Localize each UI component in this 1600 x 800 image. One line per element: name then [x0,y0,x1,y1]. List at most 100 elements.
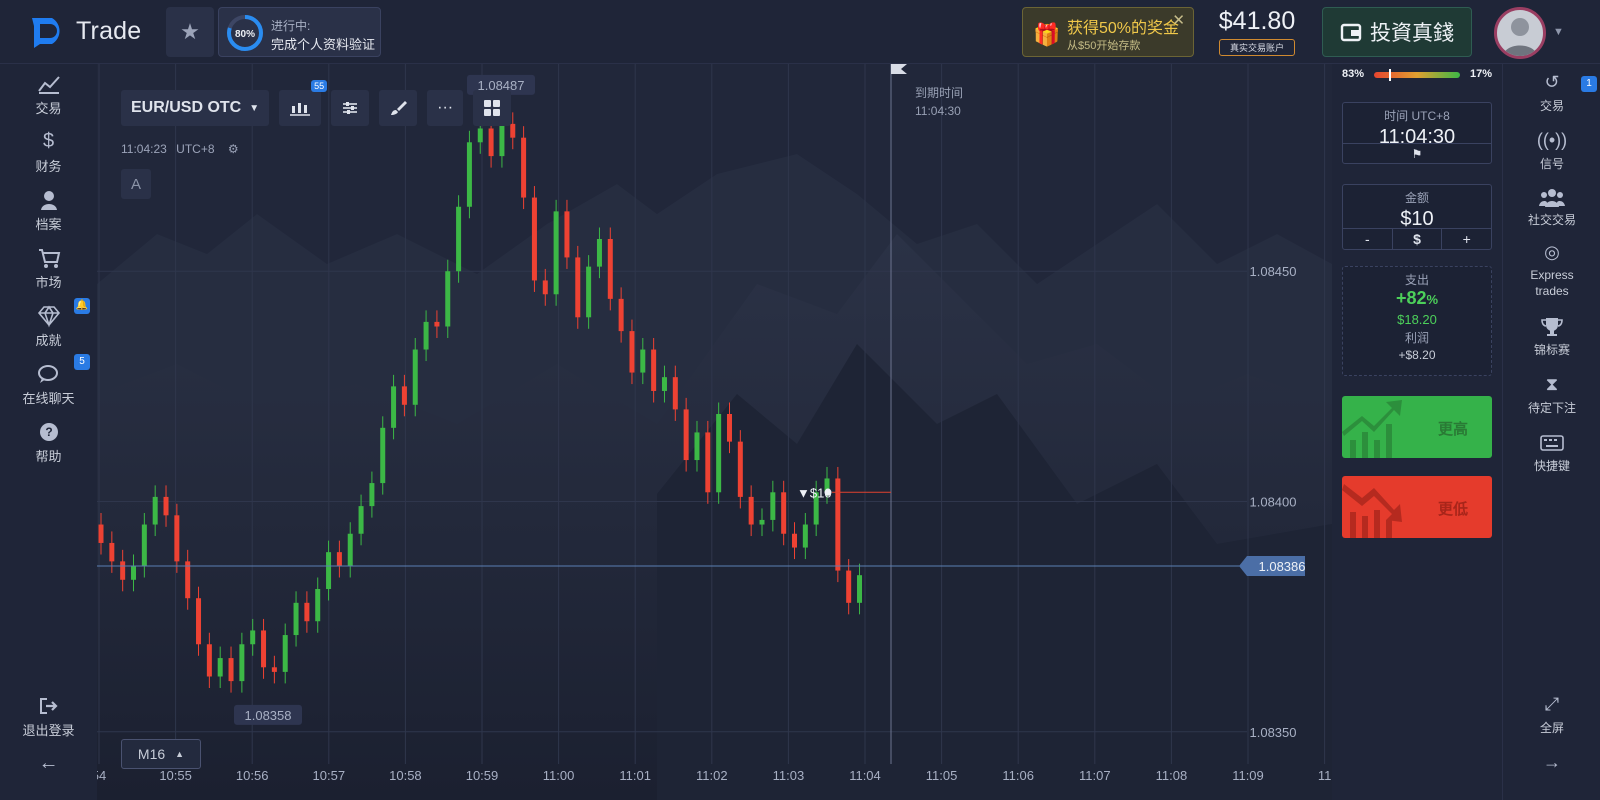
candle [792,533,798,548]
amount-plus-button[interactable]: + [1442,229,1491,249]
payout-box: 支出 +82% $18.20 利润 +$8.20 [1342,266,1492,376]
trades-count-badge: 1 [1581,76,1597,92]
account-type-badge: 真实交易账户 [1218,39,1295,56]
sidebar-item-profile[interactable]: 档案 [0,188,97,233]
sidebar-item-achievements[interactable]: 成就 🔔 [0,298,97,349]
candle [456,206,462,272]
collapse-left-button[interactable]: ← [0,752,97,778]
current-price-label: 1.08386 [1259,559,1306,574]
sidebar-item-market[interactable]: 市场 [0,246,97,291]
flag-icon[interactable]: ⚑ [1343,143,1491,163]
x-tick-label: 11:02 [696,768,728,783]
rightnav-item-signals[interactable]: ((•)) 信号 [1503,130,1600,172]
profit-label: 利润 [1404,331,1429,345]
chevron-down-icon[interactable]: ▼ [1553,26,1564,38]
candle [174,515,180,562]
bonus-subtitle: 从$50开始存款 [1067,40,1141,52]
timeframe-selector[interactable]: M16 ▲ [121,739,201,769]
sidebar-item-finance[interactable]: $ 财务 [0,130,97,175]
sidebar-item-label: 市场 [35,275,62,290]
clock-time: 11:04:23 [121,142,167,156]
auto-scale-button[interactable]: A [121,169,151,199]
x-tick-label: 11:04 [849,768,881,783]
candle [672,377,678,410]
asset-pair: EUR/USD OTC [131,99,242,116]
time-label: 时间 UTC+8 [1384,109,1450,123]
avatar[interactable] [1494,7,1546,59]
candle [618,298,624,332]
candle [271,667,277,672]
chat-count-badge: 5 [74,354,90,370]
rightnav-item-shortcuts[interactable]: 快捷键 [1503,432,1600,474]
gear-icon[interactable]: ⚙ [228,142,239,156]
asset-selector[interactable]: EUR/USD OTC ▼ [121,90,270,126]
candle [802,524,808,548]
candle [369,483,375,507]
arrow-left-icon: ← [38,752,59,774]
rightnav-item-trades[interactable]: ↺ 交易 1 [1503,72,1600,114]
amount-box[interactable]: 金额 $10 - $ + [1342,184,1492,250]
x-tick-label: 11:00 [543,768,575,783]
candle [499,123,505,157]
rightnav-label: 快捷键 [1533,459,1570,473]
social-icon [1539,189,1565,207]
diamond-icon [37,305,60,328]
bonus-banner[interactable]: 🎁 获得50%的奖金 从$50开始存款 ✕ [1022,7,1194,57]
sidebar-item-label: 财务 [35,159,62,174]
profile-progress-card[interactable]: 80% 进行中: 完成个人资料验证 [218,7,381,57]
favorites-button[interactable]: ★ [166,7,214,57]
progress-subtitle: 完成个人资料验证 [271,37,376,52]
drawing-tools-button[interactable] [379,90,418,126]
candle [661,377,667,391]
trend-up-icon [1342,400,1402,458]
collapse-right-button[interactable]: → [1503,752,1600,777]
rightnav-item-pending-trades[interactable]: ⧗ 待定下注 [1503,374,1600,416]
higher-button[interactable]: 更高 [1342,396,1492,458]
layout-button[interactable] [473,90,512,126]
candle [683,409,689,461]
sidebar-item-chat[interactable]: 在线聊天 5 [0,354,97,407]
rightnav-item-social-trading[interactable]: 社交交易 [1503,186,1600,228]
logo[interactable]: Trade [30,14,141,48]
currency-button[interactable]: $ [1393,229,1443,249]
chart-area[interactable]: 54 10:55 10:56 10:57 10:58 10:59 11:00 11:01 11:… [97,64,1332,800]
sidebar-item-help[interactable]: ? 帮助 [0,420,97,465]
expiry-time: 11:04:30 [915,104,961,118]
svg-text:?: ? [45,425,52,439]
rightnav-item-express-trades[interactable]: ◎ Express trades [1503,242,1600,299]
rightnav-label: 信号 [1539,157,1564,171]
candle [726,414,732,442]
progress-ring: 80% [227,15,263,51]
rightnav-item-tournaments[interactable]: 锦标赛 [1503,316,1600,358]
invest-real-money-button[interactable]: 投資真錢 [1322,7,1472,57]
candle [347,533,353,566]
logout-button[interactable]: 退出登录 [0,694,97,739]
user-icon [40,191,57,210]
lower-button[interactable]: 更低 [1342,476,1492,538]
candle [770,492,776,520]
sentiment-marker [1388,69,1391,81]
candle [531,197,537,281]
signal-icon: ((•)) [1536,130,1568,150]
time-box[interactable]: 时间 UTC+8 11:04:30 ⚑ [1342,102,1492,164]
candle [391,386,397,428]
amount-minus-button[interactable]: - [1343,229,1393,249]
price-chart[interactable]: 54 10:55 10:56 10:57 10:58 10:59 11:00 11:01 11:… [97,64,1332,800]
indicators-button[interactable] [331,90,370,126]
sidebar-item-trade[interactable]: 交易 [0,72,97,117]
invest-label: 投資真錢 [1370,22,1454,45]
more-options-button[interactable]: ··· [427,90,464,126]
sentiment-bar [1374,72,1460,78]
candle [120,561,126,580]
chart-type-button[interactable]: 55 [279,80,328,126]
fullscreen-button[interactable]: ⤢ 全屏 [1503,694,1600,736]
profit-amount: +$8.20 [1398,348,1436,362]
sliders-icon [343,102,358,114]
candle [521,137,527,198]
close-icon[interactable]: ✕ [1172,11,1185,29]
account-balance[interactable]: $41.80 真实交易账户 [1210,7,1304,56]
candle [759,519,765,525]
sentiment-right: 17% [1469,68,1492,80]
candle [98,524,104,543]
rightnav-label: 锦标赛 [1533,343,1570,357]
